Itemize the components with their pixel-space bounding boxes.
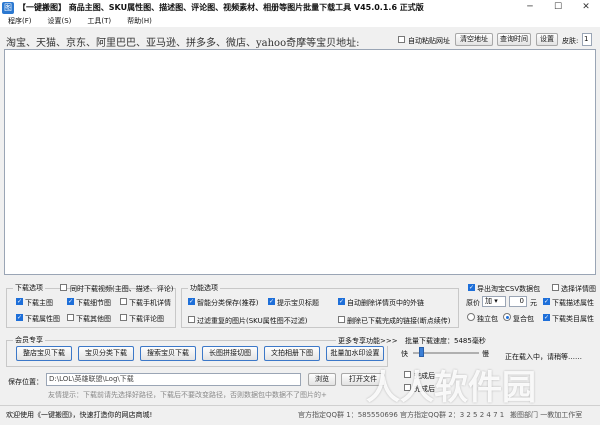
query-time-button[interactable]: 查询时间 [497,33,531,46]
download-attr-label: 下载属性图 [25,315,60,323]
composite-label: 复合包 [513,315,534,323]
speed-fast-label: 快 [401,350,408,358]
download-main-label: 下载主图 [25,299,53,307]
album-download-button[interactable]: 文拍相册下图 [264,346,320,361]
save-location-label: 保存位置： [8,378,43,386]
download-desc-attr-label: 下载描述属性 [552,299,594,307]
smart-category-checkbox[interactable] [188,298,195,305]
function-options-title: 功能选项 [188,283,220,293]
title-bar: 图 【一键搬图】 商品主图、SKU属性图、描述图、评论图、视频素材、相册等图片批… [0,0,600,15]
speed-slow-label: 慢 [482,350,489,358]
menu-help[interactable]: 帮助(H) [119,16,160,26]
watermark-settings-button[interactable]: 批量加水印设置 [326,346,384,361]
url-textarea[interactable] [4,49,596,275]
filter-duplicate-checkbox[interactable] [188,316,195,323]
price-op-value: 加 [485,297,492,305]
save-path-input[interactable]: D:\LOL\英雄联盟\Log\下载 [46,373,301,386]
auto-paste-checkbox[interactable] [398,36,405,43]
select-detail-checkbox[interactable] [552,284,559,291]
select-detail-label: 选择详情图 [561,285,596,293]
speed-slider-thumb[interactable] [418,347,424,357]
more-functions-link[interactable]: 更多专享功能>>> [336,336,400,346]
independent-label: 独立包 [477,315,498,323]
shop-download-button[interactable]: 整店宝贝下载 [16,346,72,361]
app-logo-icon: 图 [2,1,14,14]
member-title: 会员专享 [13,335,45,345]
download-detail-checkbox[interactable] [67,298,74,305]
settings-button[interactable]: 设置 [536,33,558,46]
menu-bar: 程序(F) 设置(S) 工具(T) 帮助(H) [0,15,600,27]
menu-settings[interactable]: 设置(S) [40,16,80,26]
clear-address-button[interactable]: 清空地址 [455,33,493,46]
export-csv-label: 导出淘宝CSV数据包 [477,285,541,293]
url-label: 淘宝、天猫、京东、阿里巴巴、亚马逊、拼多多、微店、yahoo奇摩等宝贝地址: [6,38,360,49]
qq-group-2[interactable]: 官方指定QQ群 2：3 2 5 2 4 7 1 [400,410,504,420]
minimize-icon[interactable]: ─ [516,0,544,15]
smart-category-label: 智能分类保存(推荐) [197,299,259,307]
price-label: 原价 [466,299,480,307]
welcome-text: 欢迎使用《一键搬图》，快速打造你的网店商城! [6,411,153,419]
export-csv-checkbox[interactable] [468,284,475,291]
site-watermark: 人人软件园 [366,368,536,408]
download-category-checkbox[interactable] [543,314,550,321]
download-category-label: 下载类目属性 [552,315,594,323]
download-other-label: 下载其他图 [76,315,111,323]
hint-text: 友情提示：下载前请先选择好路径，下载后不要改变路径，否则数据包中数据不了图片的+ [48,391,327,399]
skin-input[interactable]: 1 [582,33,592,46]
maximize-icon[interactable]: ☐ [544,0,572,15]
browse-button[interactable]: 浏览 [308,373,336,386]
remove-links-label: 自动删除详情页中的外链 [347,299,424,307]
search-download-button[interactable]: 搜索宝贝下载 [140,346,196,361]
menu-tools[interactable]: 工具(T) [79,16,119,26]
download-main-checkbox[interactable] [16,298,23,305]
download-attr-checkbox[interactable] [16,314,23,321]
category-download-button[interactable]: 宝贝分类下载 [78,346,134,361]
window-title: 【一键搬图】 商品主图、SKU属性图、描述图、评论图、视频素材、相册等图片批量下… [18,3,424,12]
download-options-title: 下载选项 [13,283,45,293]
download-review-label: 下载评论图 [129,315,164,323]
download-detail-label: 下载细节图 [76,299,111,307]
price-op-select[interactable]: 加 ▾ [482,296,506,307]
skin-label: 皮肤: [562,37,579,45]
price-value-input[interactable]: 0 [509,296,527,307]
menu-program[interactable]: 程序(F) [0,16,40,26]
remove-links-checkbox[interactable] [338,298,345,305]
composite-radio[interactable] [503,313,511,321]
studio-link[interactable]: 搬图部门 一教加工作室 [510,410,582,420]
sync-video-checkbox[interactable] [60,284,67,291]
filter-duplicate-label: 过滤重复的图片(SKU属性图不过滤) [197,317,308,325]
download-other-checkbox[interactable] [67,314,74,321]
independent-radio[interactable] [467,313,475,321]
download-review-checkbox[interactable] [120,314,127,321]
price-unit-label: 元 [530,299,537,307]
sync-video-label: 同时下载视频(主图、描述、评论) [70,285,174,293]
show-title-checkbox[interactable] [268,298,275,305]
delete-done-label: 删除已下载完成的链接(断点续传) [347,317,451,325]
show-title-label: 提示宝贝标题 [277,299,319,307]
close-icon[interactable]: ✕ [572,0,600,15]
speed-title: 批量下载速度：5485毫秒 [405,337,486,345]
long-image-button[interactable]: 长图拼接切图 [202,346,258,361]
auto-paste-label: 自动粘贴网址 [408,37,450,45]
qq-group-1[interactable]: 官方指定QQ群 1：585550696 [298,410,398,420]
download-mobile-checkbox[interactable] [120,298,127,305]
download-mobile-label: 下载手机详情 [129,299,171,307]
download-desc-attr-checkbox[interactable] [543,298,550,305]
delete-done-checkbox[interactable] [338,316,345,323]
